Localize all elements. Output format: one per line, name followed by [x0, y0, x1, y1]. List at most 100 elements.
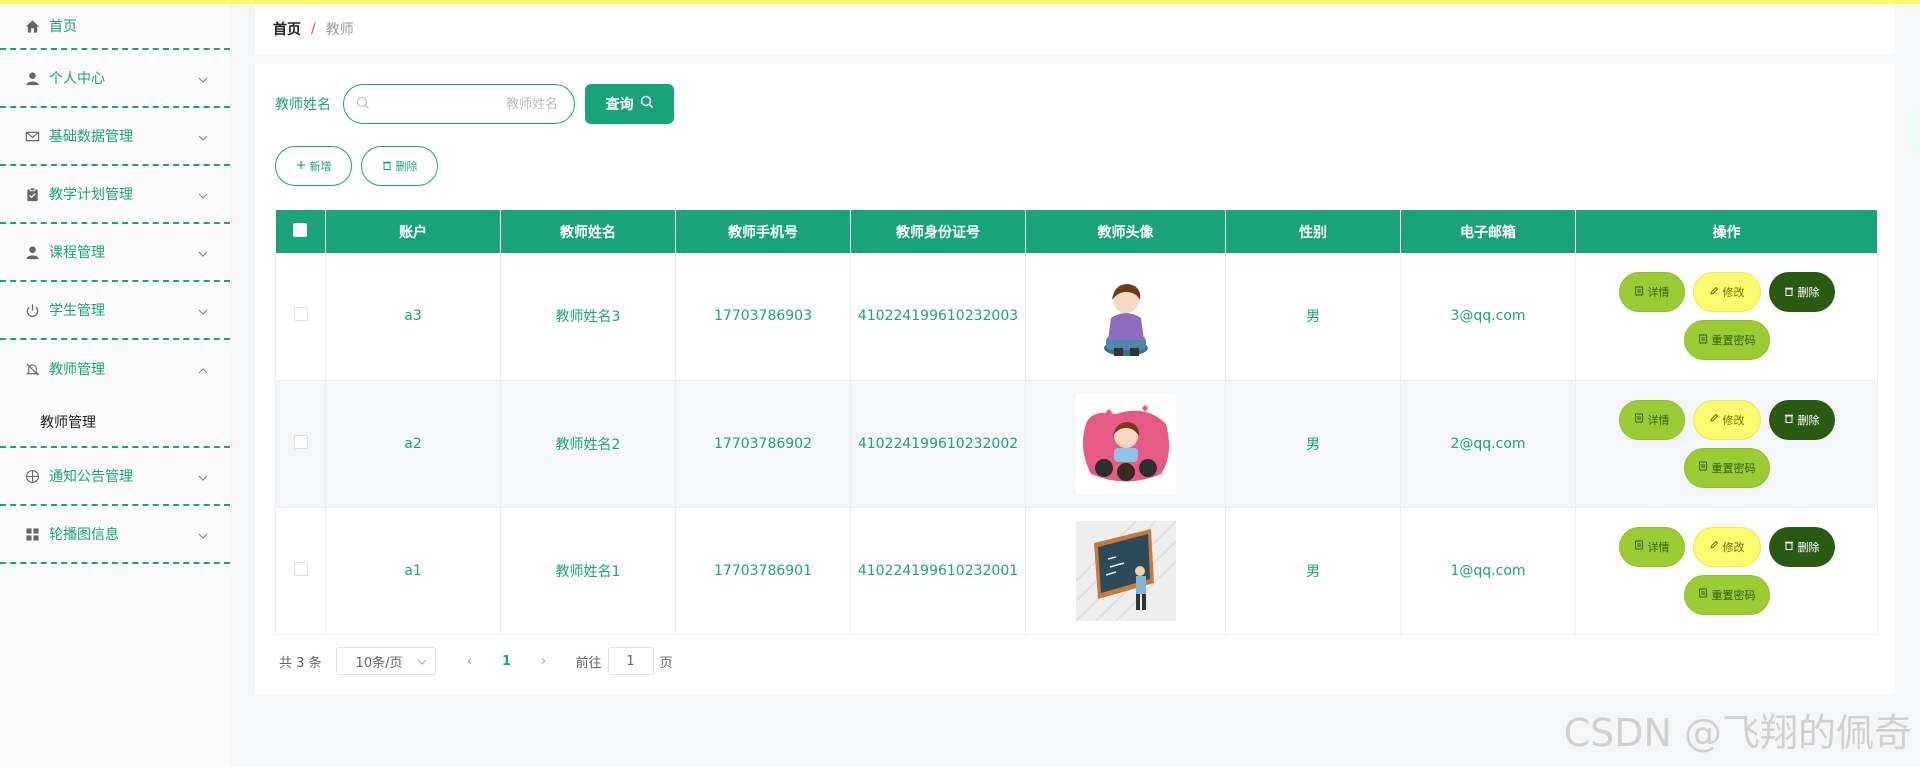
teacher-avatar-image[interactable] [1075, 393, 1176, 494]
detail-button-label: 详情 [1647, 286, 1670, 300]
trash-icon [1784, 540, 1798, 553]
table-row: a3 教师姓名3 17703786903 410224199610232003 [275, 253, 1878, 381]
sidebar-subitem-teacher-management[interactable]: 教师管理 [0, 398, 230, 448]
search-label: 教师姓名 [275, 97, 331, 113]
delete-button[interactable]: 删除 [1768, 526, 1835, 567]
chevron-down-icon [198, 302, 208, 315]
select-all-checkbox[interactable] [293, 222, 308, 237]
teacher-avatar-image[interactable] [1075, 266, 1176, 367]
sidebar-subitem-label: 教师管理 [40, 415, 96, 431]
sidebar-item-label: 教师管理 [49, 362, 105, 378]
delete-button-label: 删除 [1797, 286, 1820, 300]
teacher-table: 账户 教师姓名 教师手机号 教师身份证号 教师头像 性别 电子邮箱 操作 a3 … [275, 210, 1878, 635]
add-button-label: 新增 [309, 160, 332, 173]
page-size-select[interactable]: 10条/页 [335, 647, 436, 675]
sidebar-item-basic-data[interactable]: 基础数据管理 [0, 108, 230, 166]
sidebar-item-teacher[interactable]: 教师管理 [0, 340, 230, 398]
add-button[interactable]: 新增 [275, 146, 352, 186]
plus-icon [296, 160, 310, 173]
grid-icon [24, 526, 40, 542]
column-header: 教师手机号 [675, 210, 851, 253]
cell-gender: 男 [1225, 507, 1401, 635]
sidebar-item-label: 基础数据管理 [49, 129, 133, 145]
mail-icon [24, 128, 40, 144]
delete-button[interactable]: 删除 [1768, 272, 1835, 313]
reset-password-button[interactable]: 重置密码 [1683, 574, 1770, 615]
power-icon [24, 302, 40, 318]
sidebar-item-notice[interactable]: 通知公告管理 [0, 448, 230, 506]
cell-phone: 17703786903 [675, 253, 851, 381]
file-icon [1634, 413, 1648, 426]
search-input[interactable] [378, 96, 558, 112]
sidebar-item-teaching-plan[interactable]: 教学计划管理 [0, 166, 230, 224]
sidebar-item-label: 首页 [49, 19, 77, 35]
detail-button[interactable]: 详情 [1618, 399, 1685, 440]
row-checkbox[interactable] [293, 434, 308, 449]
cell-account: a1 [325, 507, 501, 635]
trash-icon [1784, 413, 1798, 426]
sidebar-item-student[interactable]: 学生管理 [0, 282, 230, 340]
detail-button-label: 详情 [1647, 413, 1670, 427]
query-button-label: 查询 [605, 97, 634, 113]
file-icon [1698, 588, 1712, 601]
compass-icon [24, 468, 40, 484]
reset-password-button[interactable]: 重置密码 [1683, 447, 1770, 488]
cell-name: 教师姓名3 [500, 253, 676, 381]
main-content: 教师姓名 查询 新增 删除 账户 教 [255, 64, 1895, 694]
cell-name: 教师姓名1 [500, 507, 676, 635]
delete-button-label: 删除 [1797, 540, 1820, 554]
cell-gender: 男 [1225, 253, 1401, 381]
sidebar-group-teacher: 教师管理 教师管理 [0, 340, 230, 448]
toolbar: 新增 删除 [275, 146, 447, 186]
page-size-value: 10条/页 [355, 655, 403, 671]
prev-page-button[interactable]: ‹ [456, 654, 484, 669]
home-icon [24, 18, 40, 34]
edit-button[interactable]: 修改 [1692, 399, 1761, 440]
sidebar-item-label: 通知公告管理 [49, 469, 133, 485]
file-icon [1634, 540, 1648, 553]
page-number[interactable]: 1 [492, 654, 522, 669]
reset-password-button[interactable]: 重置密码 [1683, 320, 1770, 361]
reset-password-label: 重置密码 [1711, 588, 1756, 602]
detail-button[interactable]: 详情 [1618, 272, 1685, 313]
sidebar-item-label: 教学计划管理 [49, 187, 133, 203]
reset-password-label: 重置密码 [1711, 461, 1756, 475]
edit-icon [1709, 286, 1723, 299]
chevron-down-icon [198, 244, 208, 257]
search-icon [634, 95, 654, 113]
column-header: 账户 [325, 210, 501, 253]
batch-delete-button[interactable]: 删除 [361, 146, 438, 186]
row-actions: 详情 修改 删除 重置密码 [1612, 268, 1842, 364]
sidebar-item-personal-center[interactable]: 个人中心 [0, 50, 230, 108]
search-input-wrapper[interactable] [343, 84, 575, 124]
row-checkbox[interactable] [293, 561, 308, 576]
breadcrumb-separator: / [311, 21, 316, 37]
breadcrumb-home[interactable]: 首页 [273, 19, 301, 39]
sidebar-item-carousel[interactable]: 轮播图信息 [0, 506, 230, 564]
teacher-avatar-image[interactable] [1075, 520, 1176, 621]
edit-button[interactable]: 修改 [1692, 526, 1761, 567]
watermark: CSDN @飞翔的佩奇 [1563, 711, 1912, 755]
next-page-button[interactable]: › [530, 654, 558, 669]
sidebar-item-home[interactable]: 首页 [0, 4, 230, 50]
row-checkbox[interactable] [293, 307, 308, 322]
chevron-down-icon [198, 70, 208, 83]
detail-button[interactable]: 详情 [1618, 526, 1685, 567]
edit-button[interactable]: 修改 [1692, 272, 1761, 313]
pagination-total: 共 3 条 [279, 655, 322, 671]
delete-button[interactable]: 删除 [1768, 399, 1835, 440]
sidebar-item-course[interactable]: 课程管理 [0, 224, 230, 282]
cell-gender: 男 [1225, 380, 1401, 508]
column-header: 操作 [1575, 210, 1878, 253]
goto-page-input[interactable] [607, 647, 654, 675]
floating-handle[interactable] [1908, 110, 1920, 154]
file-icon [1698, 334, 1712, 347]
chevron-down-icon [198, 526, 208, 539]
query-button[interactable]: 查询 [585, 84, 674, 124]
chevron-down-icon [198, 128, 208, 141]
sidebar-item-label: 轮播图信息 [49, 527, 119, 543]
bell-off-icon [24, 361, 40, 377]
edit-button-label: 修改 [1722, 413, 1745, 427]
file-icon [1634, 286, 1648, 299]
edit-icon [1709, 540, 1723, 553]
